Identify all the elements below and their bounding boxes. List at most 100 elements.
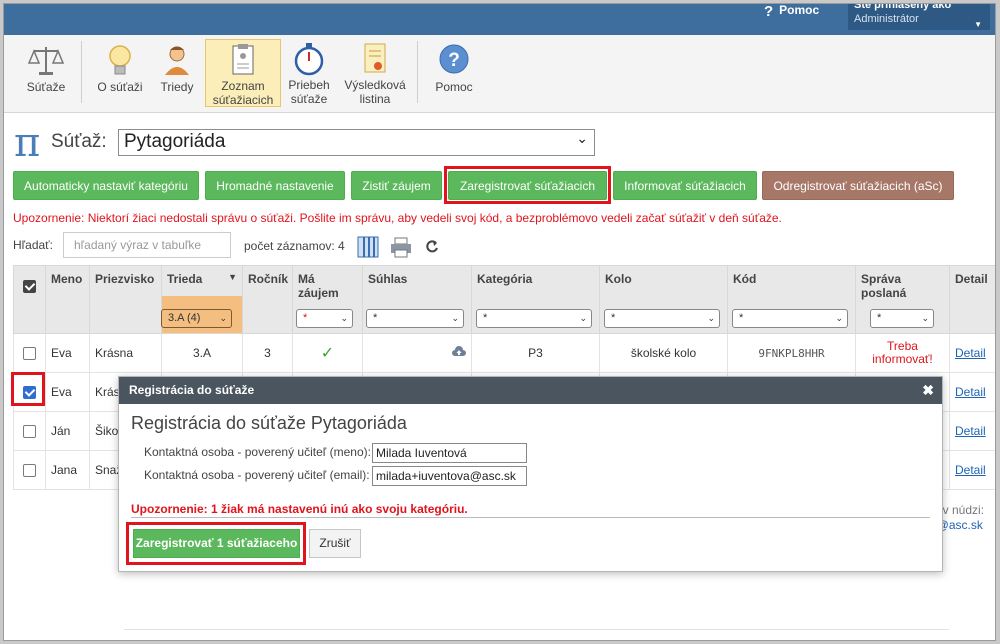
detail-link[interactable]: Detail: [955, 385, 986, 399]
select-all-header: [13, 265, 46, 334]
code-filter-select[interactable]: * ⌄: [732, 309, 848, 328]
dialog-warning: Upozornenie: 1 žiak má nastavenú inú ako…: [131, 502, 468, 516]
cell-class: 3.A: [161, 333, 243, 373]
detail-link[interactable]: Detail: [955, 346, 986, 360]
competition-select[interactable]: Pytagoriáda ⌄: [118, 129, 595, 156]
row-checkbox[interactable]: [23, 464, 36, 478]
toolbar-label: Priebeh: [288, 78, 330, 92]
inform-contestants-button[interactable]: Informovať súťažiacich: [613, 171, 757, 200]
header-label: Súhlas: [368, 272, 408, 286]
header-label: Kolo: [605, 272, 632, 286]
certificate-icon: [364, 43, 386, 73]
dialog-title: Registrácia do súťaže Pytagoriáda: [131, 413, 407, 433]
toolbar-item-progress[interactable]: Priebeh súťaže: [285, 39, 333, 107]
person-icon: [165, 46, 189, 75]
columns-icon[interactable]: [357, 236, 379, 258]
cell-last-name: Krásna: [89, 333, 162, 373]
class-filter-select[interactable]: 3.A (4) ⌄: [161, 309, 232, 328]
dialog-header-title: Registrácia do súťaže: [129, 383, 255, 397]
search-input[interactable]: hľadaný výraz v tabuľke: [63, 232, 231, 258]
toolbar-label: Výsledková: [344, 78, 406, 92]
top-bar: ? Pomoc Ste prihlásený ako Administrátor …: [4, 4, 995, 35]
toolbar-label: Zoznam: [221, 79, 265, 93]
toolbar-item-about[interactable]: O súťaži: [90, 39, 150, 107]
toolbar-item-competitions[interactable]: Súťaže: [18, 39, 74, 107]
filter-value: *: [877, 312, 882, 324]
toolbar-item-help[interactable]: ? Pomoc: [430, 39, 478, 107]
highlight-box: [126, 522, 306, 565]
check-interest-button[interactable]: Zistiť záujem: [351, 171, 442, 200]
header-label: Ročník: [248, 272, 289, 286]
stopwatch-icon: [294, 43, 324, 76]
cell-message-sent: Treba informovať!: [855, 333, 950, 373]
caret-down-icon: ▼: [974, 20, 982, 29]
highlight-box: [444, 166, 611, 204]
header-label: poslaná: [861, 286, 907, 300]
message-status-line: informovať!: [872, 352, 933, 366]
chevron-down-icon: ⌄: [451, 313, 459, 323]
header-detail: Detail: [949, 265, 995, 334]
class-filter-value: 3.A (4): [168, 312, 201, 324]
header-label: záujem: [298, 286, 339, 300]
warning-message: Upozornenie: Niektorí žiaci nedostali sp…: [13, 211, 782, 225]
interest-filter-select[interactable]: * ⌄: [296, 309, 353, 328]
header-help-link[interactable]: ? Pomoc: [764, 4, 819, 30]
user-menu[interactable]: Ste prihlásený ako Administrátor ▼: [848, 4, 990, 30]
cell-first-name: Eva: [45, 333, 90, 373]
cell-first-name: Jana: [45, 450, 90, 490]
app-window: ? Pomoc Ste prihlásený ako Administrátor …: [3, 3, 996, 641]
user-name: Administrátor: [854, 13, 919, 25]
dialog-divider: [131, 517, 930, 518]
contact-name-label: Kontaktná osoba - poverený učiteľ (meno)…: [144, 445, 371, 459]
cell-first-name: Ján: [45, 411, 90, 451]
row-select-cell: [13, 411, 46, 451]
header-last-name[interactable]: Priezvisko: [89, 265, 162, 334]
close-icon[interactable]: ✖: [922, 377, 934, 404]
toolbar-label: súťažiacich: [212, 93, 274, 107]
print-icon[interactable]: [390, 236, 412, 258]
header-label: Detail: [955, 272, 988, 286]
consent-filter-select[interactable]: * ⌄: [366, 309, 464, 328]
chevron-down-icon: ⌄: [576, 130, 588, 146]
cell-grade: 3: [242, 333, 293, 373]
row-checkbox[interactable]: [23, 425, 36, 439]
cloud-upload-icon[interactable]: [452, 345, 466, 358]
chevron-down-icon: ⌄: [219, 313, 227, 323]
row-select-cell: [13, 450, 46, 490]
round-filter-select[interactable]: * ⌄: [604, 309, 720, 328]
cell-detail: Detail: [949, 333, 995, 373]
filter-value: *: [373, 312, 378, 324]
cancel-button[interactable]: Zrušiť: [309, 529, 361, 558]
detail-link[interactable]: Detail: [955, 424, 986, 438]
contact-name-field[interactable]: Milada Iuventová: [372, 443, 527, 463]
detail-link[interactable]: Detail: [955, 463, 986, 477]
toolbar-separator: [417, 41, 418, 103]
header-label: Priezvisko: [95, 272, 155, 286]
toolbar-label: O súťaži: [97, 80, 143, 94]
filter-value: *: [611, 312, 616, 324]
question-icon: ?: [764, 3, 774, 20]
record-count: počet záznamov: 4: [244, 239, 345, 253]
table-row: Eva Krásna 3.A 3 ✓ P3 školské kolo 9FNKP…: [13, 333, 995, 373]
row-checkbox[interactable]: [23, 347, 36, 361]
header-help-label: Pomoc: [779, 3, 820, 17]
message-filter-select[interactable]: * ⌄: [870, 309, 934, 328]
category-filter-select[interactable]: * ⌄: [476, 309, 592, 328]
bulk-settings-button[interactable]: Hromadné nastavenie: [205, 171, 345, 200]
header-label: Meno: [51, 272, 83, 286]
toolbar-item-contestants[interactable]: Zoznam súťažiacich: [205, 39, 281, 107]
checkmark-icon: ✓: [320, 345, 335, 362]
toolbar-label: súťaže: [290, 92, 328, 106]
refresh-icon[interactable]: [425, 239, 439, 253]
main-toolbar: Súťaže O súťaži Triedy Zoznam súťažiacic…: [4, 35, 995, 113]
auto-category-button[interactable]: Automaticky nastaviť kategóriu: [13, 171, 199, 200]
header-first-name[interactable]: Meno: [45, 265, 90, 334]
toolbar-item-classes[interactable]: Triedy: [156, 39, 198, 107]
unregister-contestants-button[interactable]: Odregistrovať súťažiacich (aSc): [762, 171, 954, 200]
search-label: Hľadať:: [13, 238, 54, 252]
select-all-checkbox[interactable]: [23, 280, 36, 293]
header-grade[interactable]: Ročník: [242, 265, 293, 334]
toolbar-item-results[interactable]: Výsledková listina: [342, 39, 408, 107]
contact-email-field[interactable]: milada+iuventova@asc.sk: [372, 466, 527, 486]
pi-logo-icon: π: [14, 120, 41, 166]
